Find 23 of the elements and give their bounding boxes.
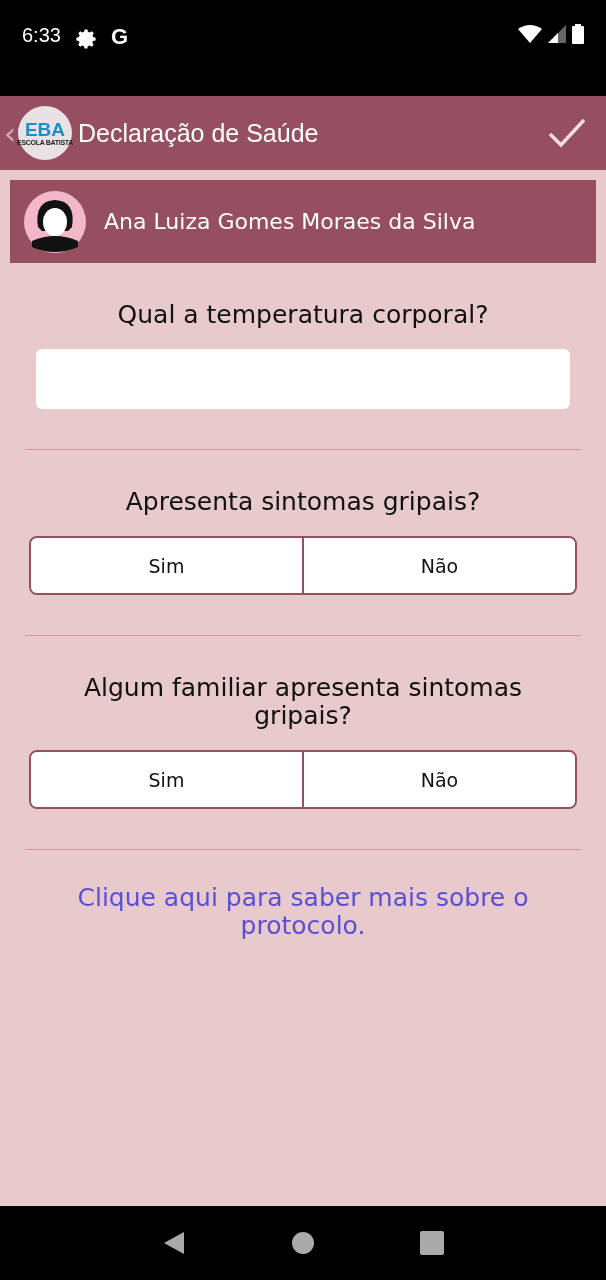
choice-button[interactable]: Sim [31, 538, 302, 593]
choice-button[interactable]: Não [302, 538, 575, 593]
temperature-field[interactable] [36, 349, 570, 409]
clock: 6:33 [22, 24, 61, 47]
question-label: Algum familiar apresenta sintomas gripais? [82, 674, 524, 730]
battery-icon [572, 24, 584, 44]
choice-button[interactable]: Sim [31, 752, 302, 807]
recents-icon[interactable] [419, 1231, 444, 1255]
google-glyph: G [110, 24, 129, 50]
question-label: Qual a temperatura corporal? [116, 301, 490, 329]
avatar-icon [24, 190, 86, 253]
question-label: Apresenta sintomas gripais? [124, 488, 482, 516]
back-icon[interactable] [162, 1231, 187, 1255]
student-name: Ana Luiza Gomes Moraes da Silva [104, 209, 476, 234]
choice-button[interactable]: Não [302, 752, 575, 807]
logo-text: EBA [24, 120, 66, 139]
settings-icon [74, 28, 97, 50]
screen-title: Declaração de Saúde [78, 118, 319, 148]
home-icon[interactable] [291, 1231, 315, 1255]
wifi-icon [518, 25, 542, 43]
protocol-link[interactable]: Clique aqui para saber mais sobre o protocolo. [65, 884, 541, 940]
check-icon[interactable] [548, 118, 586, 148]
signal-icon [548, 25, 566, 43]
